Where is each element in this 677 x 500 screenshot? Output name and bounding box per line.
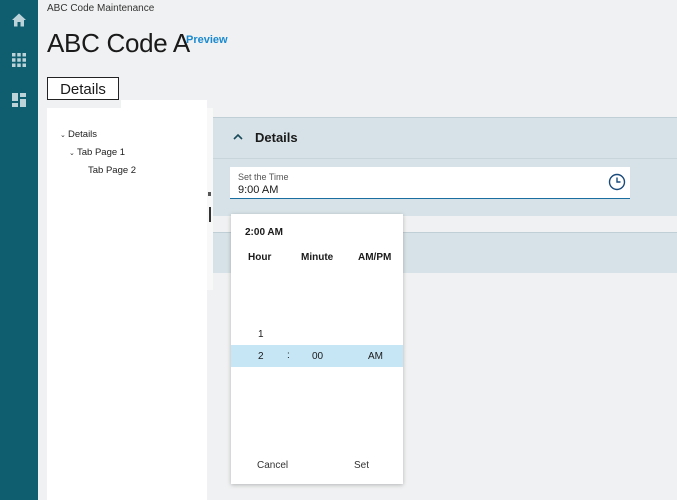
- chevron-down-icon: ⌄: [60, 132, 66, 139]
- tree-item-details[interactable]: ⌄ Details: [60, 129, 97, 140]
- tab-details[interactable]: Details: [47, 77, 119, 100]
- picker-selected-ampm[interactable]: AM: [368, 351, 383, 362]
- cancel-button[interactable]: Cancel: [257, 460, 288, 471]
- set-button[interactable]: Set: [354, 460, 369, 471]
- dashboard-icon[interactable]: [11, 92, 27, 108]
- picker-selected-hour[interactable]: 2: [258, 351, 264, 362]
- chevron-up-icon[interactable]: [232, 130, 244, 142]
- splitter-bar[interactable]: [209, 207, 211, 222]
- tree-item-tab-page-1[interactable]: ⌄ Tab Page 1: [69, 147, 125, 158]
- preview-link[interactable]: Preview: [186, 34, 228, 46]
- picker-column-ampm: AM/PM: [358, 252, 392, 263]
- tree-item-tab-page-2[interactable]: Tab Page 2: [88, 165, 136, 176]
- time-picker-popup: 2:00 AM Hour Minute AM/PM 1 2 : 00 AM Ca…: [231, 214, 403, 484]
- section-title: Details: [255, 130, 298, 145]
- picker-hour-option[interactable]: 1: [258, 329, 264, 340]
- picker-selected-row[interactable]: 2 : 00 AM: [231, 345, 403, 367]
- picker-separator: :: [287, 350, 290, 361]
- picker-selected-minute[interactable]: 00: [312, 351, 323, 362]
- tree-item-label: Tab Page 1: [77, 147, 126, 158]
- tree-item-label: Details: [68, 129, 98, 140]
- time-field[interactable]: Set the Time 9:00 AM: [230, 167, 630, 199]
- clock-icon[interactable]: [608, 173, 626, 191]
- breadcrumb: ABC Code Maintenance: [47, 3, 155, 14]
- picker-column-minute: Minute: [301, 252, 334, 263]
- left-rail: [0, 0, 38, 500]
- splitter-handle[interactable]: [208, 192, 211, 196]
- time-field-label: Set the Time: [238, 172, 289, 182]
- picker-current-time: 2:00 AM: [245, 227, 283, 238]
- tree-panel: ⌄ Details ⌄ Tab Page 1 Tab Page 2: [47, 108, 207, 500]
- time-field-value[interactable]: 9:00 AM: [238, 184, 278, 196]
- chevron-down-icon: ⌄: [69, 150, 75, 157]
- tree-item-label: Tab Page 2: [88, 165, 137, 176]
- picker-column-hour: Hour: [248, 252, 272, 263]
- home-icon[interactable]: [11, 12, 27, 28]
- page-title: ABC Code A: [47, 28, 190, 58]
- apps-grid-icon[interactable]: [11, 52, 27, 68]
